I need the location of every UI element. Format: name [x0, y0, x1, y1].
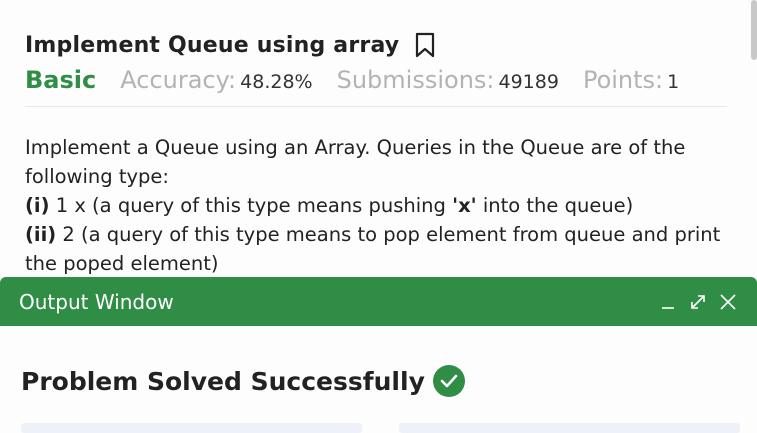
- points-value: 1: [667, 71, 680, 93]
- problem-meta: Basic Accuracy: 48.28% Submissions: 4918…: [25, 66, 727, 107]
- output-window-header: Output Window: [0, 277, 757, 326]
- points-label: Points:: [582, 66, 664, 94]
- output-window: Output Window Problem Solved Successfull…: [0, 277, 757, 433]
- query-1-tag: (i): [25, 194, 50, 217]
- bookmark-icon[interactable]: [415, 32, 435, 58]
- description-intro: Implement a Queue using an Array. Querie…: [25, 136, 686, 188]
- query-1-text: 1 x (a query of this type means pushing: [49, 194, 453, 217]
- problem-panel: Implement Queue using array Basic Accura…: [25, 24, 727, 278]
- accuracy-value: 48.28%: [240, 71, 313, 93]
- query-1-bold: 'x': [452, 194, 477, 217]
- submissions-label: Submissions:: [336, 66, 495, 94]
- expand-icon[interactable]: [687, 291, 709, 313]
- close-icon[interactable]: [717, 291, 739, 313]
- query-1-tail: into the queue): [476, 194, 634, 217]
- query-type-1: (i) 1 x (a query of this type means push…: [25, 191, 727, 220]
- page-scrollbar[interactable]: [751, 0, 757, 60]
- submissions-value: 49189: [498, 71, 559, 93]
- problem-description: Implement a Queue using an Array. Querie…: [25, 133, 727, 278]
- success-message: Problem Solved Successfully: [21, 365, 465, 397]
- difficulty-badge: Basic: [25, 66, 97, 94]
- check-circle-icon: [432, 365, 465, 397]
- problem-title: Implement Queue using array: [25, 32, 400, 58]
- query-2-text: 2 (a query of this type means to pop ele…: [25, 223, 721, 275]
- result-card-right: [399, 423, 740, 433]
- output-window-title: Output Window: [19, 289, 174, 314]
- result-card-left: [21, 423, 362, 433]
- query-2-tag: (ii): [25, 223, 57, 246]
- title-row: Implement Queue using array: [25, 24, 727, 66]
- accuracy-label: Accuracy:: [120, 66, 237, 94]
- success-text: Problem Solved Successfully: [21, 366, 425, 396]
- query-type-2: (ii) 2 (a query of this type means to po…: [25, 220, 727, 278]
- minimize-icon[interactable]: [657, 291, 679, 313]
